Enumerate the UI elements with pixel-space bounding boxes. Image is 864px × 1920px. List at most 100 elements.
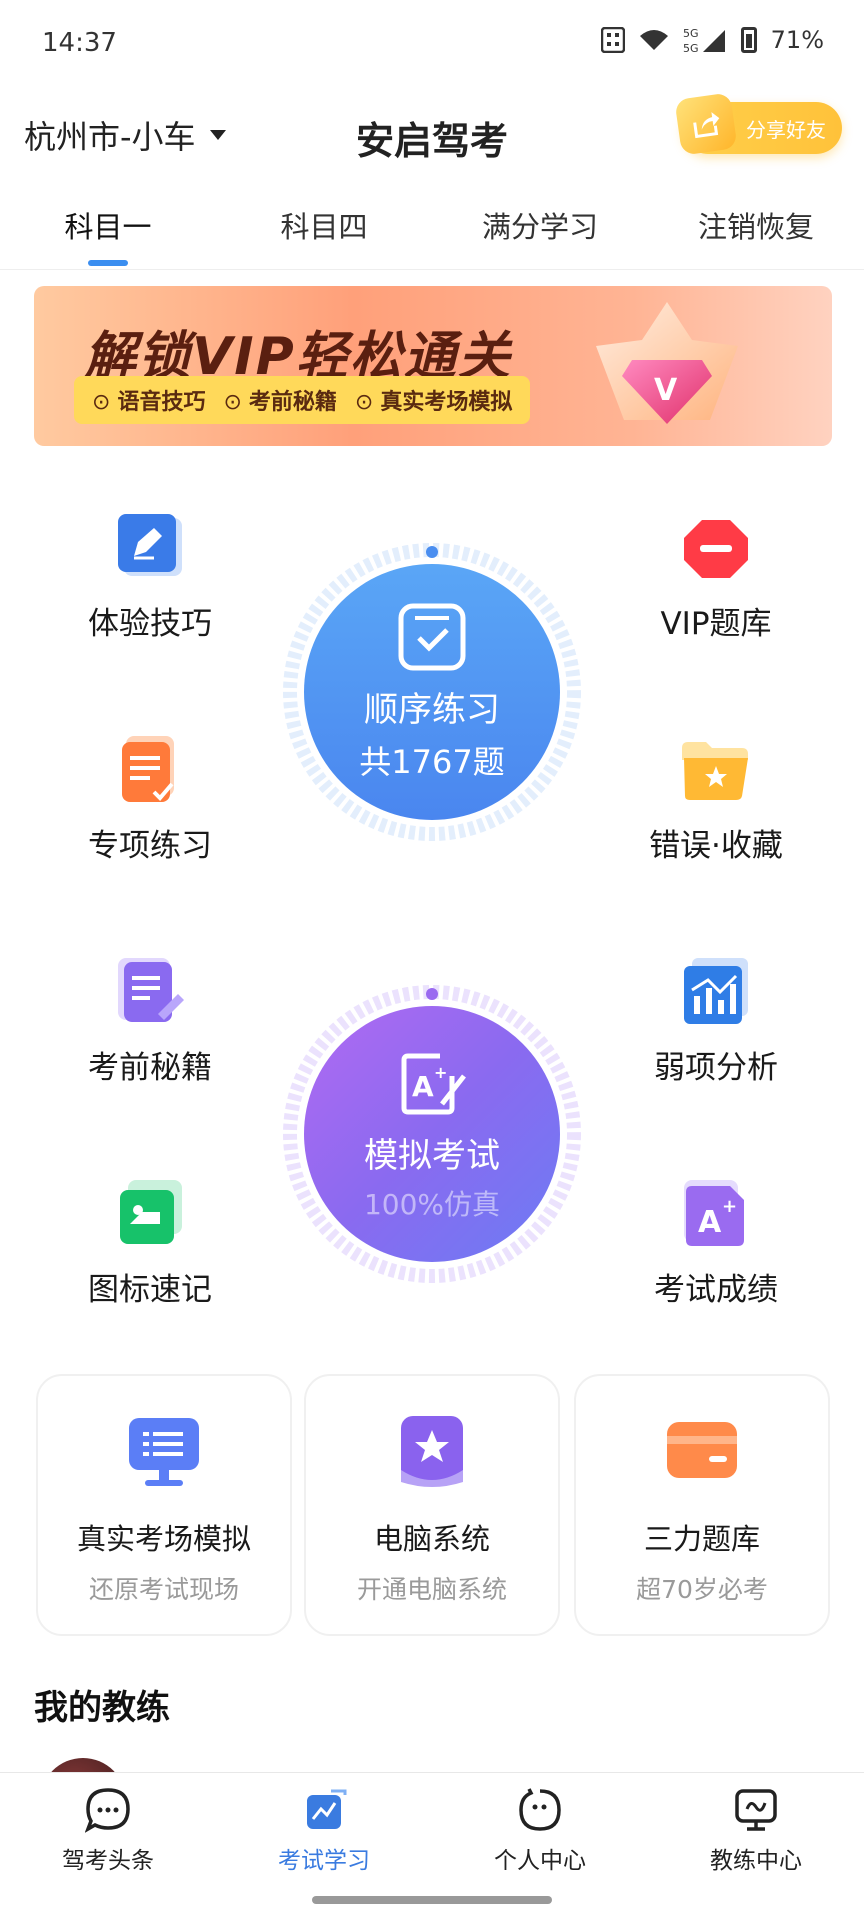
pen-icon	[114, 512, 186, 584]
status-time: 14:37	[42, 28, 117, 58]
feature-label: 考前秘籍	[88, 1050, 212, 1086]
banner-feature: 真实考场模拟	[355, 384, 512, 416]
svg-text:+: +	[722, 1196, 737, 1217]
wifi-icon	[639, 28, 669, 52]
feature-tips[interactable]: 体验技巧	[50, 512, 250, 643]
card-subtitle: 还原考试现场	[88, 1575, 239, 1604]
sequential-count: 共1767题	[359, 742, 505, 781]
card-wallet-icon	[663, 1412, 741, 1490]
banner-feature: 考前秘籍	[223, 384, 337, 416]
feature-label: 错误·收藏	[649, 828, 783, 864]
card-title: 三力题库	[643, 1522, 760, 1556]
feature-exam-scores[interactable]: A + 考试成绩	[616, 1178, 816, 1309]
no-entry-sign-icon	[680, 512, 752, 584]
svg-text:V: V	[654, 373, 678, 408]
mock-label: 模拟考试	[364, 1135, 500, 1176]
coach-icon	[733, 1787, 779, 1833]
share-button[interactable]: 分享好友	[674, 92, 842, 156]
diamond-icon: V	[596, 302, 738, 424]
battery-level: 71%	[770, 26, 824, 54]
feature-exam-secrets[interactable]: 考前秘籍	[50, 956, 250, 1087]
sequential-inner: 顺序练习 共1767题	[304, 564, 560, 820]
banner-features: 语音技巧 考前秘籍 真实考场模拟	[74, 376, 531, 424]
feature-weak-analysis[interactable]: 弱项分析	[616, 956, 816, 1087]
svg-text:A: A	[412, 1070, 434, 1103]
folder-star-icon	[680, 734, 752, 806]
grade-doc-icon: A +	[680, 1178, 752, 1250]
tab-label: 科目四	[280, 210, 368, 244]
card-title: 真实考场模拟	[76, 1522, 251, 1556]
card-title: 电脑系统	[373, 1522, 490, 1556]
nav-item-profile[interactable]: 个人中心	[432, 1787, 648, 1875]
nav-item-news[interactable]: 驾考头条	[0, 1787, 216, 1875]
feature-label: 考试成绩	[654, 1272, 778, 1308]
sequential-label: 顺序练习	[364, 689, 500, 730]
card-three-ability[interactable]: 三力题库 超70岁必考	[574, 1374, 830, 1636]
header: 杭州市-小车 安启驾考 分享好友	[0, 88, 864, 180]
feature-label: 体验技巧	[88, 606, 212, 642]
nav-item-coach[interactable]: 教练中心	[648, 1787, 864, 1875]
nav-label: 个人中心	[494, 1848, 586, 1874]
nav-label: 教练中心	[710, 1848, 802, 1874]
vip-banner[interactable]: 解锁VIP轻松通关 语音技巧 考前秘籍 真实考场模拟 V	[34, 286, 832, 446]
tab-label: 满分学习	[481, 210, 598, 244]
progress-dot	[426, 988, 438, 1000]
svg-text:+: +	[434, 1063, 447, 1082]
subject-tabs: 科目一 科目四 满分学习 注销恢复	[0, 198, 864, 270]
tab-label: 注销恢复	[697, 210, 814, 244]
signal-icon: 5G 5G	[683, 26, 727, 54]
nfc-icon	[600, 27, 625, 53]
tab-subject-one[interactable]: 科目一	[0, 198, 216, 270]
feature-vip-bank[interactable]: VIP题库	[616, 512, 816, 643]
tab-underline	[88, 260, 128, 266]
svg-text:A: A	[698, 1205, 722, 1240]
chat-bubble-icon	[84, 1787, 131, 1833]
card-subtitle: 超70岁必考	[636, 1575, 768, 1604]
feature-label: 图标速记	[88, 1272, 212, 1308]
card-real-exam-sim[interactable]: 真实考场模拟 还原考试现场	[36, 1374, 292, 1636]
mock-sub: 100%仿真	[363, 1187, 501, 1221]
city-selector[interactable]: 杭州市-小车	[24, 112, 226, 158]
profile-icon	[517, 1787, 563, 1833]
bar-chart-icon	[680, 956, 752, 1028]
svg-text:5G: 5G	[683, 27, 699, 40]
nav-item-study[interactable]: 考试学习	[216, 1787, 432, 1875]
feature-mistakes-favorites[interactable]: 错误·收藏	[616, 734, 816, 865]
battery-icon	[740, 27, 757, 53]
checkbox-icon	[398, 603, 466, 670]
sequential-practice-button[interactable]: 顺序练习 共1767题	[282, 542, 582, 842]
mock-exam-button[interactable]: A + 模拟考试 100%仿真	[282, 984, 582, 1284]
status-bar: 14:37 5G 5G 71%	[0, 0, 864, 88]
svg-text:5G: 5G	[683, 42, 699, 54]
study-icon	[301, 1787, 347, 1833]
notebook-icon	[114, 956, 186, 1028]
progress-dot	[426, 546, 438, 558]
nav-label: 考试学习	[278, 1848, 370, 1874]
tab-subject-four[interactable]: 科目四	[216, 198, 432, 270]
feature-special-practice[interactable]: 专项练习	[50, 734, 250, 865]
section-title: 我的教练	[34, 1688, 170, 1728]
tab-label: 科目一	[64, 210, 152, 244]
feature-label: 专项练习	[88, 828, 212, 864]
share-icon	[674, 92, 738, 156]
tab-cancel-restore[interactable]: 注销恢复	[648, 198, 864, 270]
status-icons: 5G 5G 71%	[600, 26, 824, 54]
document-check-icon	[114, 734, 186, 806]
city-label: 杭州市-小车	[24, 118, 196, 156]
banner-feature: 语音技巧	[92, 384, 205, 416]
caret-down-icon	[209, 130, 226, 140]
card-subtitle: 开通电脑系统	[356, 1575, 507, 1604]
star-badge-icon	[393, 1412, 471, 1490]
nav-label: 驾考头条	[62, 1848, 154, 1874]
home-indicator[interactable]	[312, 1896, 552, 1904]
feature-label: VIP题库	[660, 606, 772, 642]
monitor-icon	[125, 1412, 203, 1490]
mock-inner: A + 模拟考试 100%仿真	[304, 1006, 560, 1262]
exam-paper-icon: A +	[401, 1053, 466, 1114]
feature-sign-memo[interactable]: 图标速记	[50, 1178, 250, 1309]
share-label: 分享好友	[746, 117, 826, 142]
feature-label: 弱项分析	[654, 1050, 778, 1086]
sign-card-icon	[114, 1178, 186, 1250]
tab-full-score[interactable]: 满分学习	[432, 198, 648, 270]
card-computer-system[interactable]: 电脑系统 开通电脑系统	[304, 1374, 560, 1636]
